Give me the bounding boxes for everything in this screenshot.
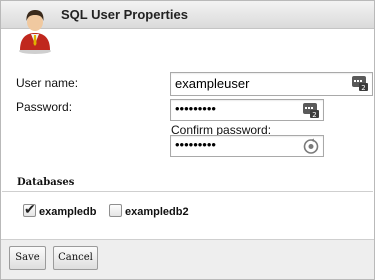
keyboard-badge-icon[interactable]: 2: [351, 75, 369, 92]
keyboard-badge-icon[interactable]: 2: [302, 102, 320, 119]
generate-password-icon[interactable]: [302, 138, 320, 155]
exampledb-checkbox[interactable]: ✔: [23, 201, 36, 217]
save-button[interactable]: Save: [9, 246, 46, 270]
password-label: Password:: [16, 100, 73, 114]
username-field[interactable]: exampleuser 2: [170, 72, 373, 96]
dialog-footer: Save Cancel: [1, 239, 374, 279]
username-label: User name:: [16, 76, 79, 90]
cancel-button[interactable]: Cancel: [53, 246, 98, 270]
dialog-title: SQL User Properties: [61, 7, 188, 22]
svg-text:2: 2: [312, 111, 316, 119]
confirm-password-value: •••••••••: [175, 137, 216, 152]
sql-user-properties-dialog: SQL User Properties User name: exampleus…: [0, 0, 375, 280]
confirm-password-field[interactable]: •••••••••: [170, 135, 324, 157]
databases-section-title: Databases: [17, 177, 75, 188]
svg-text:2: 2: [361, 84, 365, 92]
exampledb-label[interactable]: exampledb: [39, 206, 96, 218]
title-bar: SQL User Properties: [1, 1, 374, 29]
checkmark-icon: ✔: [24, 201, 36, 217]
exampledb2-checkbox[interactable]: [109, 204, 122, 217]
user-avatar-icon: [19, 10, 51, 54]
password-value: •••••••••: [175, 101, 216, 116]
section-divider: [2, 191, 373, 192]
exampledb2-label[interactable]: exampledb2: [125, 206, 189, 218]
password-field[interactable]: ••••••••• 2: [170, 99, 324, 121]
username-value: exampleuser: [175, 76, 250, 91]
